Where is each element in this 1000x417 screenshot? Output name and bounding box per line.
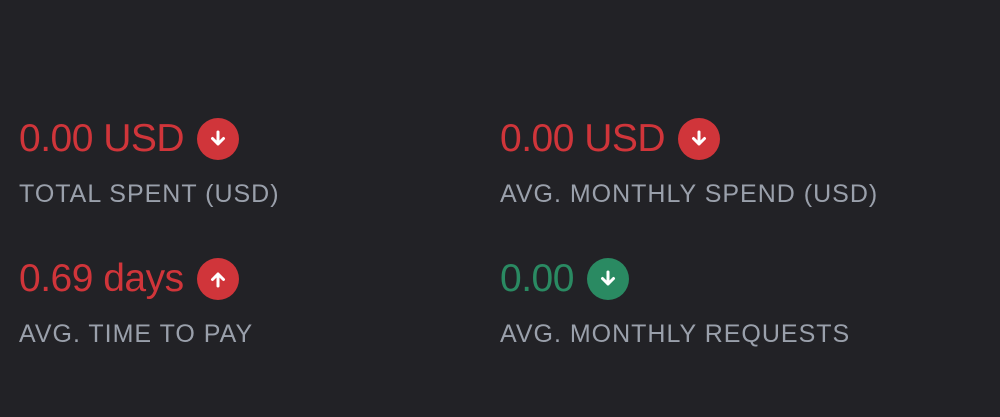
stat-label: AVG. MONTHLY REQUESTS [500, 320, 851, 348]
arrow-down-circle-icon [678, 118, 721, 160]
stat-value: 0.00 USD [500, 117, 666, 160]
stat-label: TOTAL SPENT (USD) [19, 180, 280, 208]
stat-value-row: 0.69 days [19, 257, 489, 301]
stat-label: AVG. MONTHLY SPEND (USD) [500, 180, 879, 208]
stat-value-row: 0.00 [500, 257, 970, 301]
stat-value: 0.00 USD [19, 117, 185, 160]
stat-value: 0.69 days [19, 257, 184, 300]
stat-avg-monthly-spend: 0.00 USD AVG. MONTHLY SPEND (USD) [500, 117, 970, 209]
stats-panel: 0.00 USD TOTAL SPENT (USD) 0.00 USD AVG.… [0, 0, 1000, 417]
stat-value-row: 0.00 USD [19, 117, 489, 161]
stat-avg-time-to-pay: 0.69 days AVG. TIME TO PAY [19, 257, 489, 349]
arrow-down-circle-icon [586, 258, 629, 300]
stat-label: AVG. TIME TO PAY [19, 320, 254, 348]
arrow-down-circle-icon [197, 118, 240, 160]
stat-total-spent: 0.00 USD TOTAL SPENT (USD) [19, 117, 489, 209]
stat-avg-monthly-requests: 0.00 AVG. MONTHLY REQUESTS [500, 257, 970, 349]
arrow-up-circle-icon [196, 258, 239, 300]
stat-value: 0.00 [500, 257, 574, 300]
stat-value-row: 0.00 USD [500, 117, 970, 161]
